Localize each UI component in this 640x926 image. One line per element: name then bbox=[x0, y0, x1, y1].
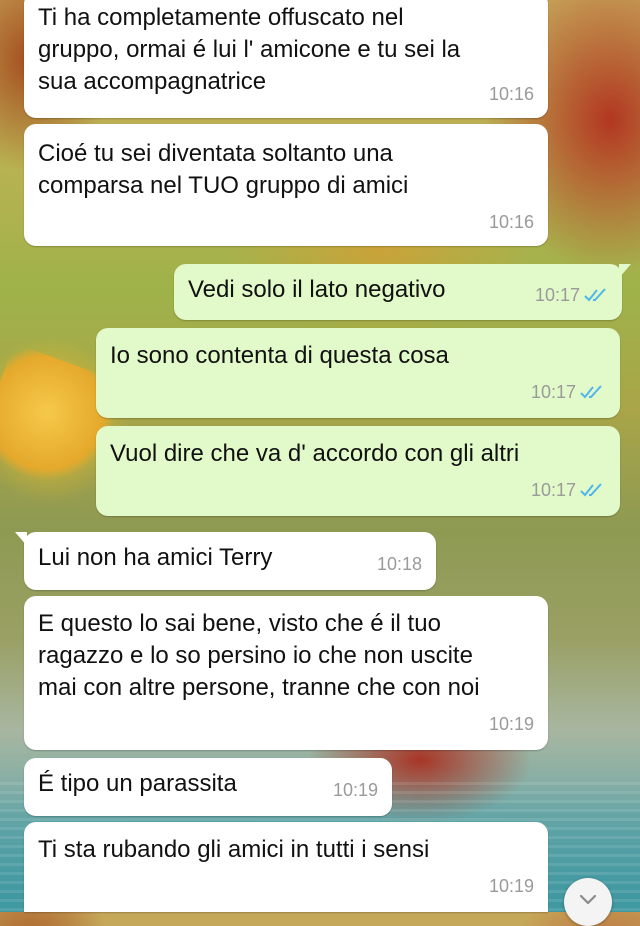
message-outgoing[interactable]: Vuol dire che va d' accordo con gli altr… bbox=[96, 426, 620, 516]
message-outgoing[interactable]: Vedi solo il lato negativo 10:17 bbox=[174, 264, 631, 320]
message-incoming[interactable]: Ti ha completamente offuscato nel gruppo… bbox=[24, 0, 548, 118]
message-time: 10:19 bbox=[333, 774, 378, 806]
message-text: É tipo un parassita bbox=[38, 770, 237, 797]
message-time: 10:19 bbox=[489, 870, 534, 902]
bubble-tail bbox=[619, 264, 631, 278]
message-time: 10:19 bbox=[489, 708, 534, 740]
message-text: Vedi solo il lato negativo bbox=[188, 276, 446, 303]
timestamp: 10:16 bbox=[488, 212, 534, 232]
message-text: Io sono contenta di questa cosa bbox=[110, 342, 449, 369]
message-text: Cioé tu sei diventata soltanto una compa… bbox=[38, 140, 409, 199]
message-text: Lui non ha amici Terry bbox=[38, 544, 273, 571]
timestamp: 10:17 bbox=[530, 382, 576, 402]
double-check-icon bbox=[580, 385, 602, 399]
message-incoming[interactable]: Ti sta rubando gli amici in tutti i sens… bbox=[24, 822, 548, 912]
message-incoming[interactable]: Lui non ha amici Terry 10:18 bbox=[15, 532, 436, 590]
message-time: 10:17 bbox=[531, 474, 606, 506]
timestamp: 10:19 bbox=[488, 876, 534, 896]
timestamp: 10:19 bbox=[332, 780, 378, 800]
timestamp: 10:17 bbox=[530, 480, 576, 500]
timestamp: 10:18 bbox=[376, 554, 422, 574]
message-time: 10:17 bbox=[535, 279, 610, 311]
timestamp: 10:16 bbox=[488, 84, 534, 104]
bubble-tail bbox=[15, 532, 27, 546]
message-text: Ti ha completamente offuscato nel gruppo… bbox=[38, 4, 461, 95]
message-time: 10:16 bbox=[489, 78, 534, 110]
timestamp: 10:17 bbox=[534, 285, 580, 305]
message-incoming[interactable]: É tipo un parassita 10:19 bbox=[24, 758, 392, 816]
message-incoming[interactable]: E questo lo sai bene, visto che é il tuo… bbox=[24, 596, 548, 750]
message-text: Ti sta rubando gli amici in tutti i sens… bbox=[38, 836, 430, 863]
chevron-down-icon bbox=[579, 894, 597, 905]
message-incoming[interactable]: Cioé tu sei diventata soltanto una compa… bbox=[24, 124, 548, 246]
double-check-icon bbox=[580, 483, 602, 497]
message-text: E questo lo sai bene, visto che é il tuo… bbox=[38, 610, 480, 701]
message-time: 10:16 bbox=[489, 206, 534, 238]
scroll-to-bottom-button[interactable] bbox=[564, 878, 612, 926]
double-check-icon bbox=[584, 288, 606, 302]
message-text: Vuol dire che va d' accordo con gli altr… bbox=[110, 440, 520, 467]
message-time: 10:18 bbox=[377, 548, 422, 580]
message-time: 10:17 bbox=[531, 376, 606, 408]
timestamp: 10:19 bbox=[488, 714, 534, 734]
message-outgoing[interactable]: Io sono contenta di questa cosa 10:17 bbox=[96, 328, 620, 418]
